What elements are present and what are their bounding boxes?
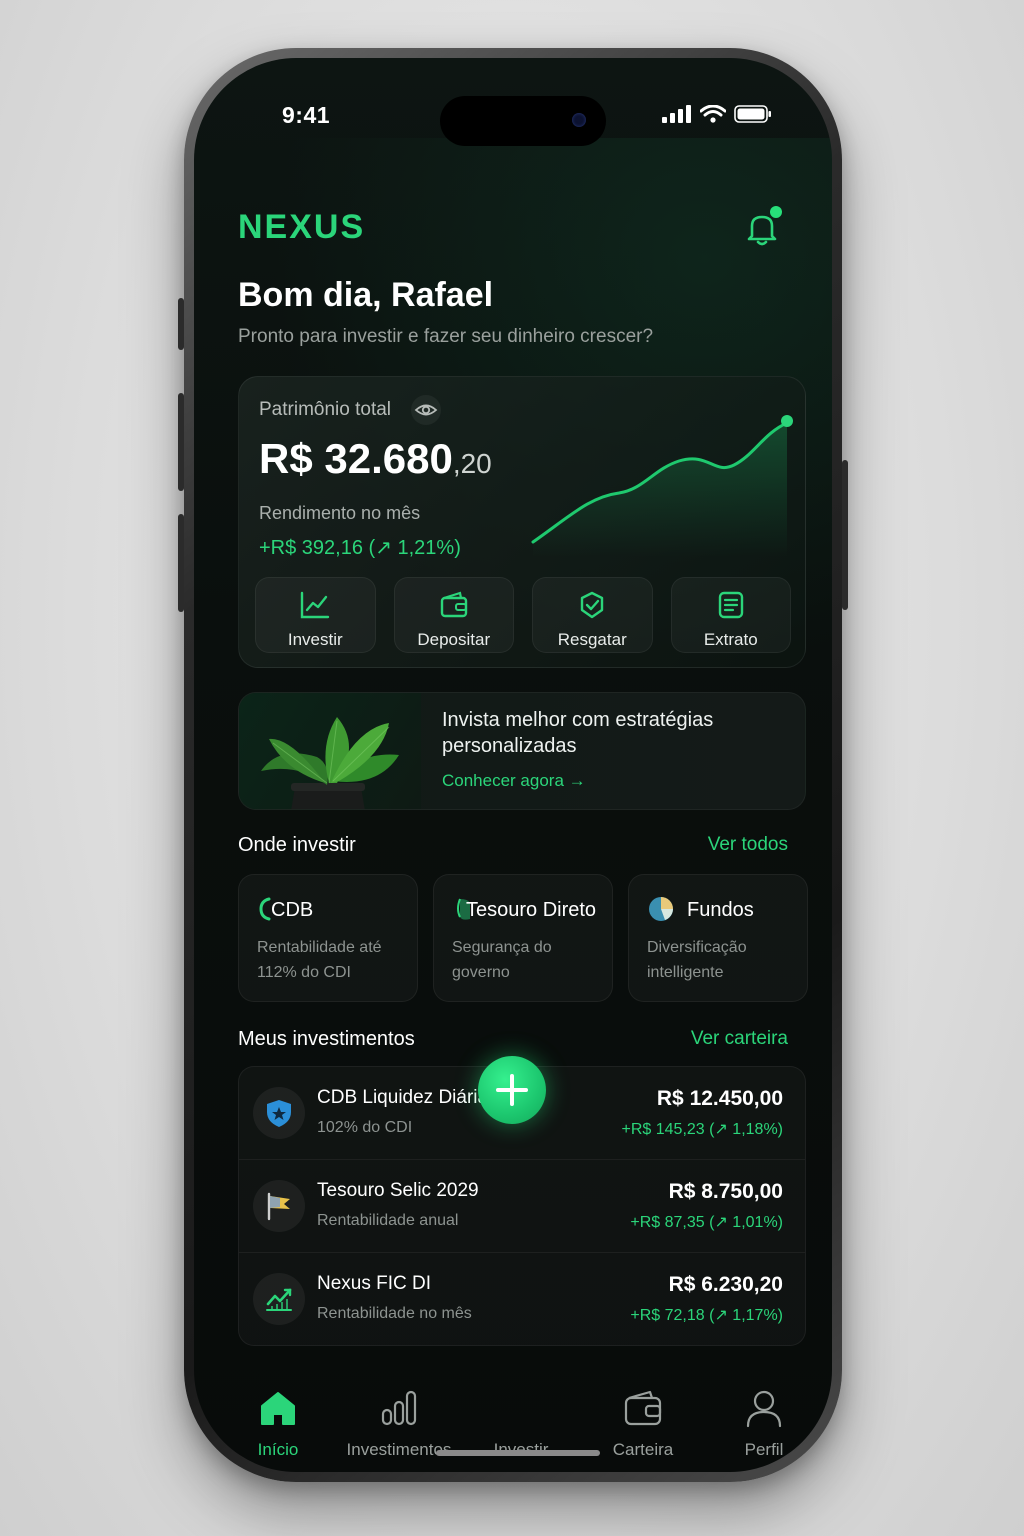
shield-icon (253, 1087, 305, 1139)
see-portfolio-link[interactable]: Ver carteira (691, 1028, 788, 1050)
investment-sub: Rentabilidade anual (317, 1212, 459, 1229)
trend-area (533, 423, 787, 557)
where-card-name: Fundos (687, 899, 754, 921)
power-button (842, 460, 848, 610)
investment-row[interactable]: Tesouro Selic 2029 Rentabilidade anual R… (239, 1160, 805, 1253)
yield-value: +R$ 392,16 (↗ 1,21%) (259, 537, 461, 559)
tab-inicio[interactable]: Início (215, 1378, 341, 1468)
investment-value: R$ 6.230,20 (668, 1273, 783, 1296)
home-indicator (436, 1450, 600, 1456)
signal-icon (662, 105, 691, 123)
home-icon (261, 1392, 295, 1425)
bar-chart-icon (381, 1390, 417, 1426)
statement-icon (718, 591, 743, 619)
wifi-icon (700, 105, 726, 123)
greeting-subtitle: Pronto para investir e fazer seu dinheir… (238, 326, 654, 347)
dynamic-island (440, 96, 606, 146)
where-card-name: CDB (271, 899, 314, 921)
status-icons (662, 105, 772, 123)
where-card-name: Tesouro Direto (466, 899, 597, 921)
tab-label: Início (257, 1440, 299, 1459)
greeting-title: Bom dia, Rafael (238, 276, 494, 314)
app-screen: 9:41 NEXUS Bom dia, Rafael Pronto para i… (194, 58, 832, 1472)
where-section-title: Onde investir (238, 834, 356, 856)
status-time: 9:41 (282, 102, 331, 128)
wallet-icon (440, 591, 467, 618)
investment-sub: Rentabilidade no mês (317, 1305, 472, 1322)
eye-icon (414, 404, 438, 416)
action-label: Investir (287, 630, 343, 649)
action-resgatar-button[interactable]: Resgatar (532, 577, 653, 653)
yield-label: Rendimento no mês (259, 503, 421, 523)
investment-gain: +R$ 145,23 (↗ 1,18%) (621, 1121, 784, 1138)
volume-up-button (178, 393, 184, 491)
promo-banner[interactable]: Invista melhor com estratégias personali… (238, 692, 806, 810)
user-icon (746, 1390, 782, 1428)
battery-icon (734, 105, 771, 123)
action-label: Extrato (703, 630, 758, 649)
plant-image (239, 693, 421, 809)
wallet-icon (624, 1390, 662, 1426)
status-bar: 9:41 (194, 58, 832, 158)
investment-sub: 102% do CDI (317, 1119, 413, 1136)
phone-frame: 9:41 NEXUS Bom dia, Rafael Pronto para i… (178, 48, 848, 1482)
action-investir-button[interactable]: Investir (255, 577, 376, 653)
investment-row[interactable]: Nexus FIC DI Rentabilidade no mês R$ 6.2… (239, 1253, 805, 1345)
portfolio-card: Patrimônio total R$ 32.680,20 Rendimento… (238, 376, 806, 668)
balance-main: R$ 32.680 (259, 435, 453, 482)
investment-value: R$ 8.750,00 (668, 1180, 783, 1203)
tab-perfil[interactable]: Perfil (701, 1378, 827, 1468)
action-extrato-button[interactable]: Extrato (670, 577, 791, 653)
balance-cents: ,20 (452, 448, 492, 479)
where-card-tesouro[interactable]: Tesouro Direto Segurança do governo (433, 874, 613, 1002)
nexus-logo: NEXUS (238, 210, 365, 244)
logo-text: NEXUS (238, 210, 365, 244)
redeem-icon (581, 591, 604, 619)
where-cards: CDB Rentabilidade até 112% do CDI Tesour… (238, 874, 808, 1002)
flag-icon (253, 1180, 305, 1232)
investment-name: CDB Liquidez Diária (317, 1087, 489, 1108)
action-label: Resgatar (557, 630, 627, 649)
growth-chart-icon (253, 1273, 305, 1325)
investment-name: Tesouro Selic 2029 (317, 1180, 479, 1201)
portfolio-label: Patrimônio total (259, 399, 392, 420)
tab-label: Perfil (744, 1440, 784, 1459)
volume-down-button (178, 514, 184, 612)
camera-icon (572, 113, 586, 127)
tab-bar: Início Investimentos Investir Ca (194, 1368, 832, 1472)
where-card-desc: Rentabilidade até 112% do CDI (257, 939, 382, 981)
portfolio-trend-chart (531, 415, 793, 557)
trend-endpoint (781, 415, 793, 427)
action-label: Depositar (417, 630, 491, 649)
portfolio-balance: R$ 32.680,20 (259, 435, 492, 483)
investments-section-title: Meus investimentos (238, 1028, 415, 1050)
quick-actions: Investir Depositar Resgatar Extrato (255, 577, 791, 653)
action-button (178, 298, 184, 350)
invest-fab-button[interactable] (478, 1056, 546, 1124)
where-card-desc: Diversificação intelligente (647, 939, 747, 981)
see-all-link[interactable]: Ver todos (708, 834, 788, 856)
investment-name: Nexus FIC DI (317, 1273, 432, 1294)
promo-title: Invista melhor com estratégias personali… (442, 709, 714, 757)
promo-link[interactable]: Conhecer agora → (442, 771, 586, 791)
plus-icon (496, 1074, 528, 1106)
chart-up-icon (301, 591, 330, 619)
action-depositar-button[interactable]: Depositar (393, 577, 514, 653)
notification-dot (770, 206, 782, 218)
investment-gain: +R$ 87,35 (↗ 1,01%) (630, 1214, 783, 1231)
where-card-cdb[interactable]: CDB Rentabilidade até 112% do CDI (238, 874, 418, 1002)
toggle-visibility-button[interactable] (411, 395, 441, 425)
investment-value: R$ 12.450,00 (656, 1087, 783, 1110)
investment-gain: +R$ 72,18 (↗ 1,17%) (630, 1307, 783, 1324)
where-card-desc: Segurança do governo (452, 939, 552, 981)
where-card-fundos[interactable]: Fundos Diversificação intelligente (628, 874, 808, 1002)
pie-chart-icon (649, 897, 673, 921)
